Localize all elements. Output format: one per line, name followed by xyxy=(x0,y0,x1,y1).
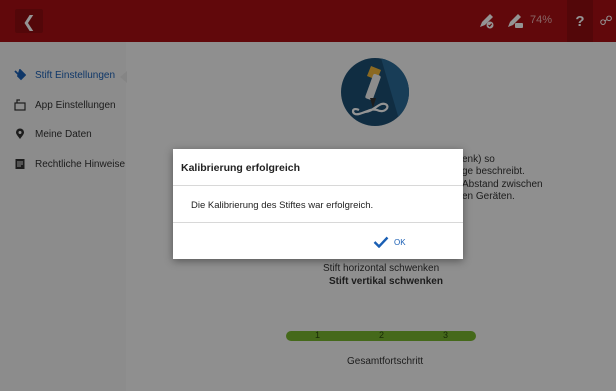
dialog-divider xyxy=(173,185,463,186)
checkmark-icon xyxy=(373,236,389,248)
ok-button[interactable]: OK xyxy=(373,234,406,250)
dialog-divider xyxy=(173,222,463,223)
calibration-success-dialog: Kalibrierung erfolgreich Die Kalibrierun… xyxy=(173,149,463,259)
ok-label: OK xyxy=(394,237,406,247)
dialog-title: Kalibrierung erfolgreich xyxy=(181,162,301,174)
dialog-message: Die Kalibrierung des Stiftes war erfolgr… xyxy=(191,200,374,211)
